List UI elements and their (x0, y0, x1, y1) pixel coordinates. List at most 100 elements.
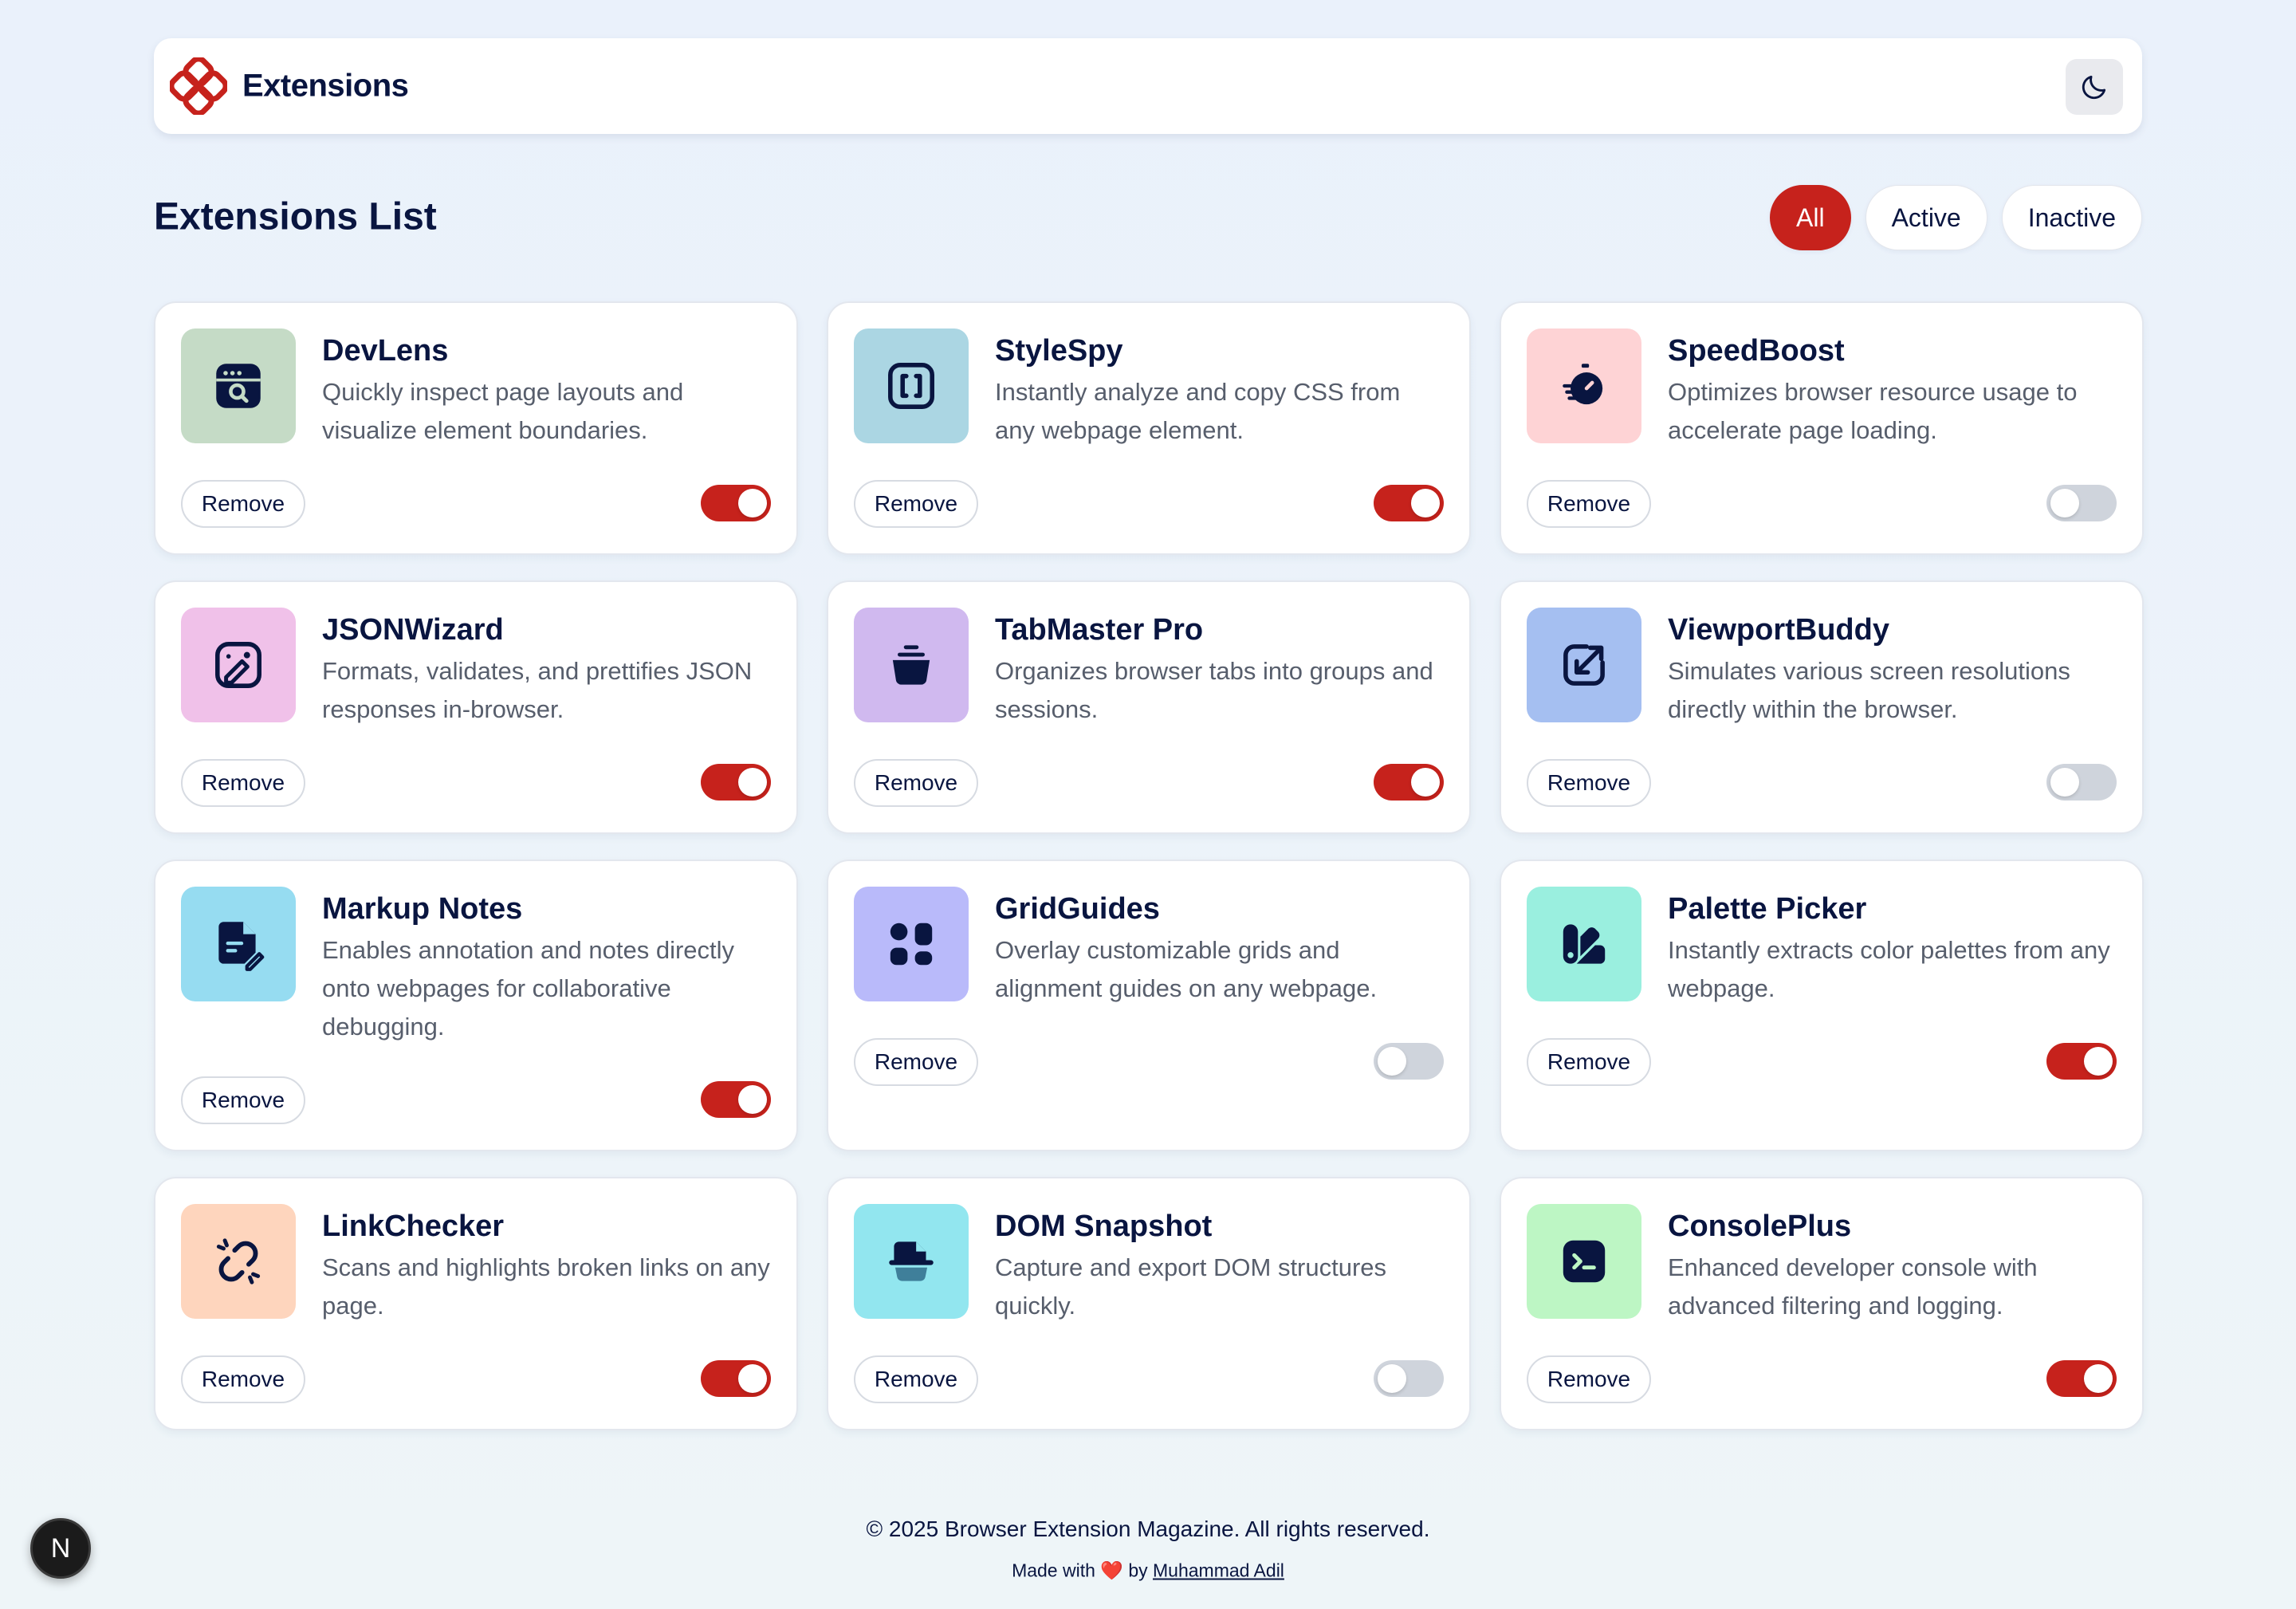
remove-button[interactable]: Remove (854, 480, 978, 528)
extension-name: StyleSpy (995, 334, 1123, 368)
browser-search-icon (181, 328, 296, 443)
filter-group: All Active Inactive (1770, 185, 2142, 250)
extension-description: Formats, validates, and prettifies JSON … (322, 657, 753, 723)
app-header: Extensions (154, 38, 2142, 134)
remove-button[interactable]: Remove (1527, 759, 1651, 807)
toggle-knob (2050, 489, 2079, 517)
extension-name: ViewportBuddy (1668, 613, 1889, 647)
extension-name: JSONWizard (322, 613, 504, 647)
basket-icon (854, 608, 969, 722)
toggle-knob (1411, 489, 1440, 517)
image-edit-icon (181, 608, 296, 722)
extension-card: LinkChecker Scans and highlights broken … (154, 1177, 798, 1430)
toggle-knob (738, 768, 767, 797)
extension-name: LinkChecker (322, 1210, 505, 1243)
extension-description: Enables annotation and notes directly on… (322, 936, 735, 1041)
extension-toggle[interactable] (2046, 1360, 2117, 1397)
extension-toggle[interactable] (701, 764, 771, 801)
extension-description: Instantly extracts color palettes from a… (1668, 936, 2110, 1002)
broken-link-icon (181, 1204, 296, 1319)
extension-toggle[interactable] (1374, 1043, 1444, 1080)
extension-toggle[interactable] (1374, 764, 1444, 801)
remove-button[interactable]: Remove (181, 1355, 305, 1403)
filter-active-button[interactable]: Active (1865, 185, 1987, 250)
toggle-knob (738, 1364, 767, 1393)
author-link[interactable]: Muhammad Adil (1153, 1560, 1284, 1581)
remove-button[interactable]: Remove (1527, 480, 1651, 528)
footer-made-with: Made with (1012, 1560, 1095, 1581)
extensions-logo-icon[interactable] (170, 57, 227, 115)
extension-toggle[interactable] (701, 1081, 771, 1118)
toggle-knob (1378, 1047, 1406, 1076)
extension-card: TabMaster Pro Organizes browser tabs int… (827, 580, 1471, 834)
extension-card: DOM Snapshot Capture and export DOM stru… (827, 1177, 1471, 1430)
toggle-knob (2050, 768, 2079, 797)
toggle-knob (738, 1085, 767, 1114)
remove-button[interactable]: Remove (854, 1355, 978, 1403)
page-title: Extensions List (154, 195, 437, 238)
snapshot-icon (854, 1204, 969, 1319)
extension-description: Optimizes browser resource usage to acce… (1668, 378, 2078, 444)
remove-button[interactable]: Remove (854, 1038, 978, 1086)
remove-button[interactable]: Remove (854, 759, 978, 807)
extension-card: SpeedBoost Optimizes browser resource us… (1500, 301, 2144, 555)
extension-card: StyleSpy Instantly analyze and copy CSS … (827, 301, 1471, 555)
extension-description: Overlay customizable grids and alignment… (995, 936, 1378, 1002)
grid-row: DevLens Quickly inspect page layouts and… (154, 301, 2144, 555)
extension-toggle[interactable] (2046, 764, 2117, 801)
extension-description: Scans and highlights broken links on any… (322, 1253, 770, 1320)
grid-row: LinkChecker Scans and highlights broken … (154, 1177, 2144, 1430)
remove-button[interactable]: Remove (1527, 1038, 1651, 1086)
theme-toggle-button[interactable] (2066, 59, 2123, 115)
extension-name: SpeedBoost (1668, 334, 1845, 368)
extension-toggle[interactable] (2046, 1043, 2117, 1080)
extension-description: Simulates various screen resolutions dir… (1668, 657, 2070, 723)
filter-inactive-button[interactable]: Inactive (2001, 185, 2142, 250)
extension-description: Enhanced developer console with advanced… (1668, 1253, 2038, 1320)
extension-name: ConsolePlus (1668, 1210, 1852, 1243)
extension-toggle[interactable] (1374, 1360, 1444, 1397)
app-title: Extensions (242, 68, 409, 104)
toggle-knob (2084, 1047, 2113, 1076)
extension-name: TabMaster Pro (995, 613, 1204, 647)
extension-card: ViewportBuddy Simulates various screen r… (1500, 580, 2144, 834)
extension-description: Capture and export DOM structures quickl… (995, 1253, 1387, 1320)
extension-description: Instantly analyze and copy CSS from any … (995, 378, 1401, 444)
extension-description: Organizes browser tabs into groups and s… (995, 657, 1433, 723)
filter-all-button[interactable]: All (1770, 185, 1851, 250)
brackets-icon (854, 328, 969, 443)
extension-name: DevLens (322, 334, 449, 368)
toggle-knob (1411, 768, 1440, 797)
extension-card: JSONWizard Formats, validates, and prett… (154, 580, 798, 834)
toggle-knob (738, 489, 767, 517)
extension-card: Markup Notes Enables annotation and note… (154, 860, 798, 1151)
extension-toggle[interactable] (2046, 485, 2117, 521)
extension-name: DOM Snapshot (995, 1210, 1213, 1243)
remove-button[interactable]: Remove (1527, 1355, 1651, 1403)
extension-card: Palette Picker Instantly extracts color … (1500, 860, 2144, 1151)
footer-copyright: © 2025 Browser Extension Magazine. All r… (866, 1517, 1430, 1541)
toggle-knob (1378, 1364, 1406, 1393)
extension-card: GridGuides Overlay customizable grids an… (827, 860, 1471, 1151)
remove-button[interactable]: Remove (181, 480, 305, 528)
extension-toggle[interactable] (701, 1360, 771, 1397)
extension-card: ConsolePlus Enhanced developer console w… (1500, 1177, 2144, 1430)
remove-button[interactable]: Remove (181, 759, 305, 807)
grid-row: Markup Notes Enables annotation and note… (154, 860, 2144, 1151)
terminal-icon (1527, 1204, 1641, 1319)
toggle-knob (2084, 1364, 2113, 1393)
grid-row: JSONWizard Formats, validates, and prett… (154, 580, 2144, 834)
extension-description: Quickly inspect page layouts and visuali… (322, 378, 684, 444)
resize-icon (1527, 608, 1641, 722)
remove-button[interactable]: Remove (181, 1076, 305, 1124)
footer-by: by (1128, 1560, 1148, 1581)
dev-tools-badge[interactable]: N (30, 1518, 91, 1579)
stopwatch-icon (1527, 328, 1641, 443)
extension-toggle[interactable] (701, 485, 771, 521)
grid-icon (854, 887, 969, 1001)
extension-card: DevLens Quickly inspect page layouts and… (154, 301, 798, 555)
extension-name: Markup Notes (322, 892, 523, 926)
footer-credit: Made with ❤️ by Muhammad Adil (0, 1560, 2296, 1582)
palette-icon (1527, 887, 1641, 1001)
extension-toggle[interactable] (1374, 485, 1444, 521)
